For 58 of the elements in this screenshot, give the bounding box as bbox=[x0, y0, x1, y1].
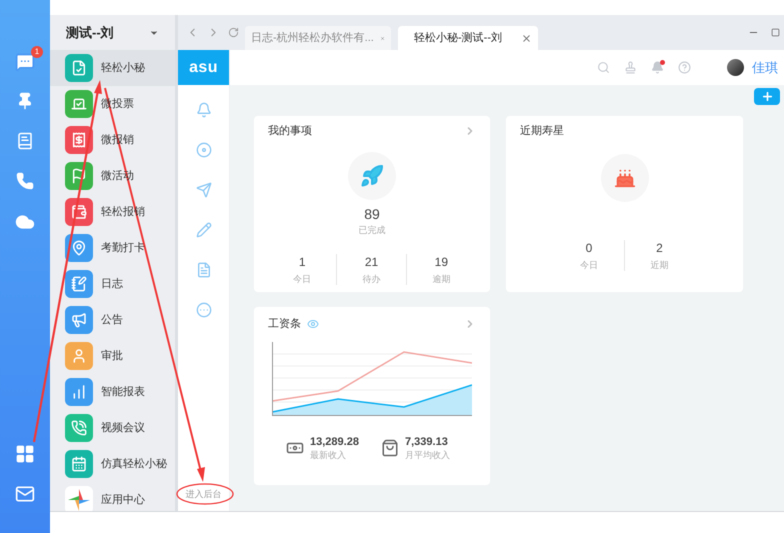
app-item[interactable]: 轻松小秘 bbox=[50, 50, 175, 86]
send-icon[interactable] bbox=[196, 182, 212, 198]
stat-value: 19 bbox=[434, 254, 448, 270]
list-icon[interactable] bbox=[196, 262, 212, 278]
app-item[interactable]: 智能报表 bbox=[50, 374, 175, 410]
eye-icon[interactable] bbox=[307, 318, 319, 330]
avatar[interactable] bbox=[727, 59, 744, 76]
highlight-ellipse bbox=[176, 483, 234, 505]
disc-icon[interactable] bbox=[196, 142, 212, 158]
logo: asu bbox=[178, 50, 229, 85]
pin-icon[interactable] bbox=[16, 92, 34, 110]
stat-value: 1 bbox=[298, 254, 306, 270]
pencil-icon[interactable] bbox=[196, 222, 212, 238]
phone-icon[interactable] bbox=[16, 172, 34, 190]
bell-icon[interactable] bbox=[651, 61, 664, 74]
reload-icon[interactable] bbox=[228, 27, 239, 38]
app-item[interactable]: 审批 bbox=[50, 338, 175, 374]
app-item[interactable]: 仿真轻松小秘 bbox=[50, 446, 175, 482]
stat-value: 0 bbox=[586, 240, 592, 256]
income-value: 7,339.13 bbox=[405, 436, 449, 448]
rocket-icon bbox=[348, 152, 396, 200]
close-icon[interactable] bbox=[521, 32, 532, 44]
app-item[interactable]: 公告 bbox=[50, 302, 175, 338]
stat-value: 21 bbox=[364, 254, 378, 270]
unread-badge: 1 bbox=[31, 46, 43, 58]
stat-label: 今日 bbox=[580, 258, 598, 270]
chat-icon[interactable] bbox=[15, 52, 35, 72]
plus-icon bbox=[760, 90, 774, 103]
more-icon[interactable] bbox=[196, 302, 212, 318]
notebook-icon[interactable] bbox=[16, 132, 34, 150]
completed-count: 89 bbox=[364, 206, 380, 222]
card-title: 我的事项 bbox=[268, 124, 312, 139]
stat-value: 2 bbox=[656, 240, 663, 256]
card-title: 工资条 bbox=[268, 317, 301, 332]
money-bag-icon bbox=[381, 439, 399, 457]
mail-icon[interactable] bbox=[15, 484, 35, 504]
income-label: 月平均收入 bbox=[405, 448, 450, 460]
stat-label: 逾期 bbox=[432, 272, 450, 284]
completed-label: 已完成 bbox=[358, 224, 386, 236]
app-item[interactable]: 日志 bbox=[50, 266, 175, 302]
app-item[interactable]: 考勤打卡 bbox=[50, 230, 175, 266]
income-label: 最新收入 bbox=[310, 448, 347, 460]
maximize-icon[interactable] bbox=[771, 28, 780, 37]
browser-tab[interactable]: 轻松小秘-测试--刘 bbox=[398, 26, 538, 50]
add-button[interactable] bbox=[754, 88, 780, 105]
help-icon[interactable] bbox=[678, 61, 691, 74]
stat-label: 近期 bbox=[650, 258, 668, 270]
panel-title: 测试--刘 bbox=[66, 24, 114, 42]
search-icon[interactable] bbox=[597, 61, 610, 74]
income-value: 13,289.28 bbox=[310, 436, 359, 448]
card-title: 近期寿星 bbox=[520, 124, 565, 139]
app-item[interactable]: 视频会议 bbox=[50, 410, 175, 446]
stat-label: 待办 bbox=[362, 272, 380, 284]
grid-icon[interactable] bbox=[15, 444, 35, 464]
stat-label: 今日 bbox=[293, 272, 312, 284]
bell-icon[interactable] bbox=[196, 102, 212, 118]
stamp-icon[interactable] bbox=[624, 61, 637, 74]
app-item[interactable]: 应用中心 bbox=[50, 482, 175, 511]
